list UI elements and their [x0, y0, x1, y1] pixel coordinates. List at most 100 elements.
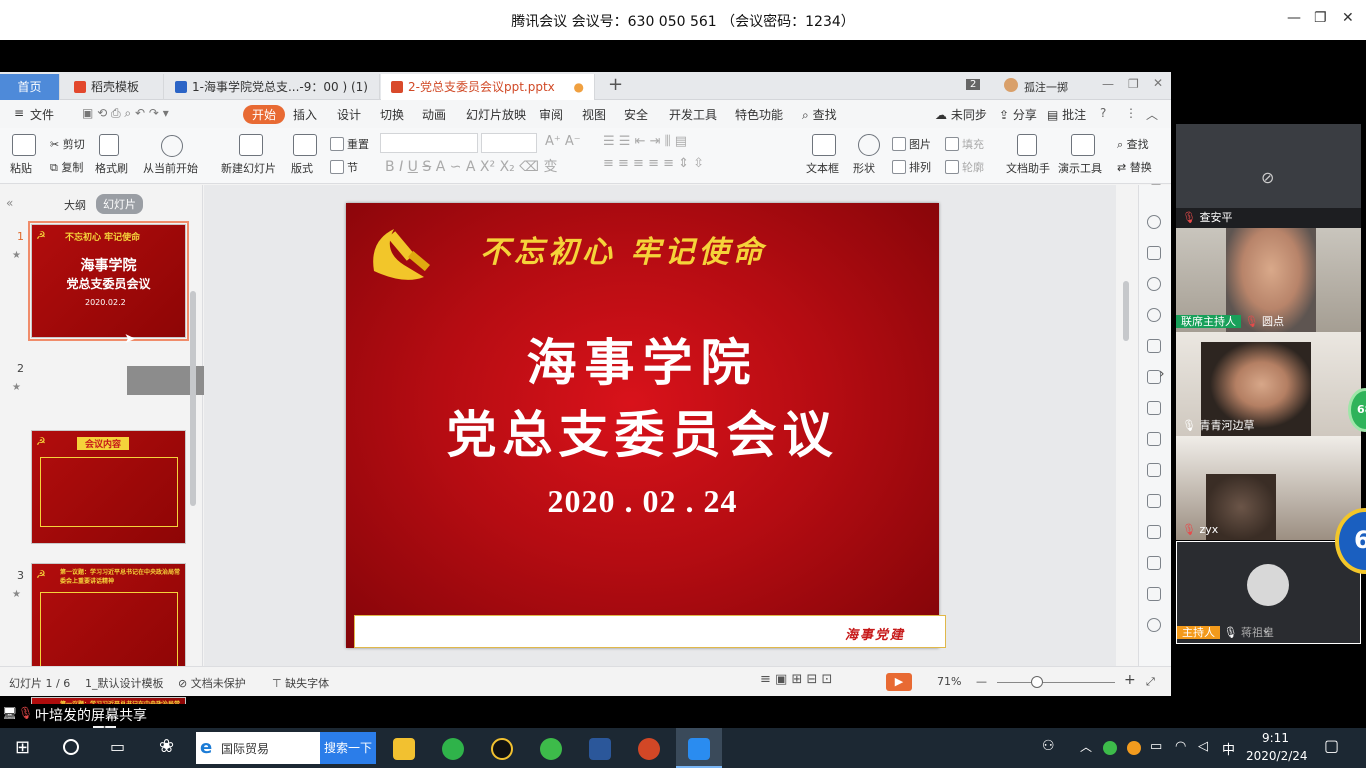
sound-tool-icon[interactable]: [1147, 618, 1161, 632]
picture-tool-icon[interactable]: [1147, 587, 1161, 601]
shape-button[interactable]: 形状: [853, 160, 875, 176]
menu-security[interactable]: 安全: [624, 106, 648, 123]
user-name[interactable]: 孤注一掷: [1024, 79, 1068, 95]
menu-slideshow[interactable]: 幻灯片放映: [466, 106, 526, 123]
collapse-pane-icon[interactable]: «: [6, 196, 13, 210]
minimize-button[interactable]: —: [1287, 10, 1301, 26]
arrange-button[interactable]: 排列: [892, 159, 931, 175]
replace-button[interactable]: ⇄ 替换: [1117, 159, 1152, 175]
zoom-slider-track[interactable]: [997, 682, 1115, 683]
font-style-buttons[interactable]: B I U S A ∽ A X² X₂ ⌫ 变: [385, 156, 558, 176]
find-button[interactable]: ⌕ 查找: [1117, 136, 1149, 152]
participant-tile-1[interactable]: ⊘ 🎙 查安平: [1176, 124, 1361, 228]
doc-assistant-button[interactable]: 文档助手: [1006, 160, 1050, 176]
window-count-badge[interactable]: 2: [966, 79, 981, 90]
copy-button[interactable]: ⧉ 复制: [50, 159, 83, 175]
participant-tile-2[interactable]: 联席主持人 🎙 圆点: [1176, 228, 1361, 332]
star-tool-icon[interactable]: [1147, 215, 1161, 229]
volume-icon[interactable]: ◁: [1198, 739, 1208, 754]
zoom-slider-handle[interactable]: [1031, 676, 1043, 688]
clock-time[interactable]: 9:11: [1262, 731, 1289, 745]
tab-ppt-document[interactable]: 2-党总支委员会议ppt.pptx ●: [381, 74, 595, 100]
chevron-down-icon[interactable]: ⌄: [1261, 622, 1271, 636]
wps-close-button[interactable]: ✕: [1153, 76, 1163, 90]
reset-button[interactable]: 重置: [330, 136, 369, 152]
canvas-scrollbar[interactable]: [1123, 281, 1129, 341]
image-tool-icon[interactable]: [1147, 494, 1161, 508]
clock-date[interactable]: 2020/2/24: [1246, 749, 1308, 763]
sync-status[interactable]: ☁ 未同步: [935, 106, 987, 123]
align-buttons[interactable]: ≡ ≡ ≡ ≡ ≡ ⇕ ⇳: [603, 156, 704, 171]
chart-tool-icon[interactable]: [1147, 432, 1161, 446]
close-button[interactable]: ✕: [1342, 10, 1354, 26]
tab-home[interactable]: 首页: [0, 74, 60, 100]
font-size-buttons[interactable]: A⁺ A⁻: [545, 134, 581, 149]
section-button[interactable]: 节: [330, 159, 358, 175]
share-tool-icon[interactable]: [1147, 525, 1161, 539]
wifi-icon[interactable]: ◠: [1175, 739, 1186, 754]
tray-expand-icon[interactable]: ︿: [1080, 738, 1092, 755]
word-icon[interactable]: [589, 738, 611, 760]
tab-docer-templates[interactable]: 稻壳模板: [64, 74, 164, 100]
copy-tool-icon[interactable]: [1147, 246, 1161, 260]
zoom-out-button[interactable]: —: [976, 675, 987, 688]
fit-window-icon[interactable]: ⤢: [1146, 675, 1155, 689]
qq-icon[interactable]: [491, 738, 513, 760]
wps-maximize-button[interactable]: ❐: [1128, 77, 1139, 91]
people-icon[interactable]: ⚇: [1042, 738, 1055, 754]
participant-tile-5[interactable]: 主持人 🎙 蒋祖皇 ⌄: [1176, 541, 1361, 644]
share-button[interactable]: ⇪ 分享: [999, 106, 1037, 123]
ime-indicator[interactable]: 中: [1222, 739, 1235, 758]
powerpoint-icon[interactable]: [638, 738, 660, 760]
slide-thumbnail-3[interactable]: ☭ 第一议题：学习习近平总书记在中央政治局常委会上重要讲话精神: [31, 563, 186, 677]
tencent-meeting-task[interactable]: [676, 728, 722, 768]
more-icon[interactable]: ⋮: [1125, 106, 1137, 120]
list-buttons[interactable]: ☰ ☰ ⇤ ⇥ ⫼ ▤: [603, 134, 687, 149]
paste-button[interactable]: 粘贴: [10, 160, 32, 176]
folder-icon[interactable]: [393, 738, 415, 760]
slide-thumbnail-2[interactable]: ☭ 会议内容: [31, 430, 186, 544]
layout-button[interactable]: 版式: [291, 160, 313, 176]
cut-button[interactable]: ✂ 剪切: [50, 136, 85, 152]
missing-font-button[interactable]: ⊤ 缺失字体: [272, 675, 329, 691]
cortana-icon[interactable]: [63, 739, 79, 755]
shape-tool-icon[interactable]: [1147, 277, 1161, 291]
participant-tile-4[interactable]: 🎙 zyx: [1176, 436, 1361, 540]
present-tools-button[interactable]: 演示工具: [1058, 160, 1102, 176]
menu-developer[interactable]: 开发工具: [669, 106, 717, 123]
user-avatar[interactable]: [1004, 78, 1018, 92]
comment-button[interactable]: ▤ 批注: [1047, 106, 1086, 123]
tab-slides[interactable]: 幻灯片: [96, 194, 143, 214]
outline-button[interactable]: 轮廓: [945, 159, 984, 175]
play-slideshow-button[interactable]: ▶: [886, 673, 912, 691]
help-icon[interactable]: ?: [1100, 106, 1106, 120]
wechat-icon[interactable]: [442, 738, 464, 760]
windows-start-icon[interactable]: ⊞: [15, 737, 30, 758]
menu-animation[interactable]: 动画: [422, 106, 446, 123]
tray-app-icon[interactable]: [1103, 741, 1117, 755]
browser-360-icon[interactable]: [540, 738, 562, 760]
archive-tool-icon[interactable]: [1147, 556, 1161, 570]
from-current-button[interactable]: 从当前开始: [143, 160, 198, 176]
new-slide-button[interactable]: 新建幻灯片: [221, 160, 276, 176]
doc-protect-status[interactable]: ⊘ 文档未保护: [178, 675, 246, 691]
quick-access-icons[interactable]: ▣ ⟲ ⎙ ⌕ ↶ ↷ ▾: [82, 106, 169, 121]
task-view-icon[interactable]: ▭: [110, 737, 125, 756]
browser-search-box[interactable]: e 国际贸易: [196, 732, 320, 764]
zoom-in-button[interactable]: +: [1124, 672, 1136, 688]
menu-features[interactable]: 特色功能: [735, 106, 783, 123]
notification-icon[interactable]: ▢: [1324, 736, 1339, 755]
menu-view[interactable]: 视图: [582, 106, 606, 123]
expand-sidebar-icon[interactable]: ›: [1159, 366, 1165, 382]
collapse-ribbon-icon[interactable]: ︿: [1146, 106, 1158, 123]
font-size-select[interactable]: [481, 133, 537, 153]
menu-file[interactable]: 文件: [30, 106, 54, 123]
tab-outline[interactable]: 大纲: [64, 197, 86, 213]
menu-search[interactable]: ⌕ 查找: [802, 106, 837, 123]
view-mode-buttons[interactable]: ≡ ▣ ⊞ ⊟ ⊡: [760, 672, 832, 687]
zoom-level[interactable]: 71%: [937, 675, 961, 688]
menu-transition[interactable]: 切换: [380, 106, 404, 123]
menu-start[interactable]: 开始: [243, 105, 286, 124]
hamburger-icon[interactable]: ≡: [14, 106, 24, 120]
menu-review[interactable]: 审阅: [539, 106, 563, 123]
